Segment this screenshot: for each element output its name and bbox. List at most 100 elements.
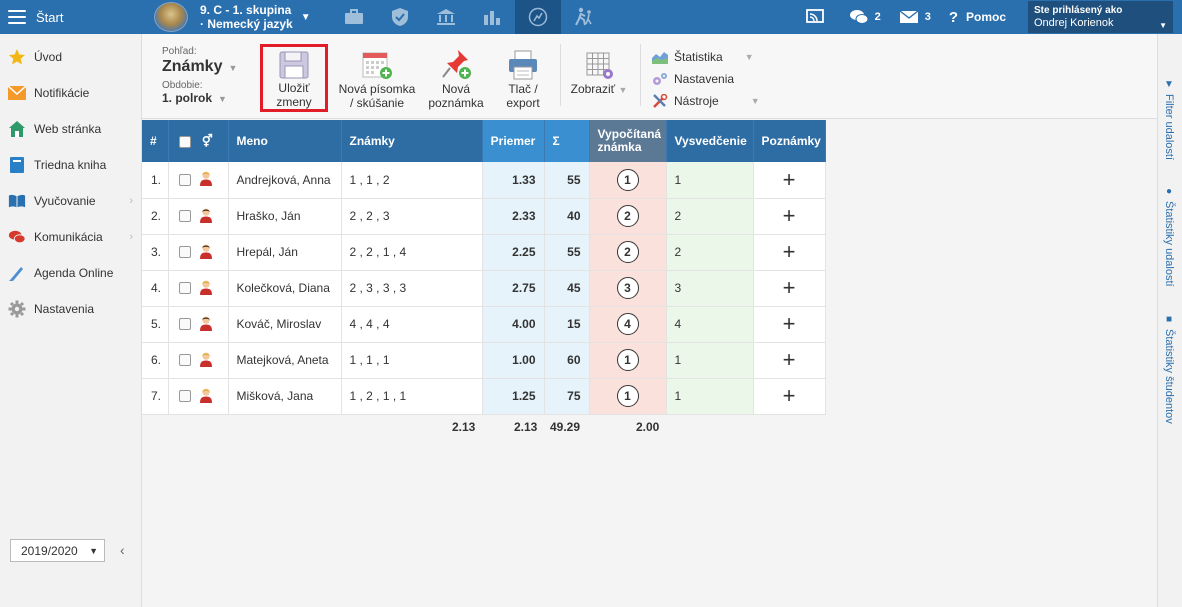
class-selector[interactable]: 9. C - 1. skupina · Nemecký jazyk ▼: [154, 0, 311, 34]
walking-icon[interactable]: [561, 0, 607, 34]
row-checkbox[interactable]: [178, 210, 191, 222]
shield-icon[interactable]: [377, 0, 423, 34]
certificate-grade[interactable]: 1: [666, 342, 754, 379]
settings-menu[interactable]: Nastavenia: [652, 68, 760, 90]
header-num: #: [142, 120, 169, 162]
new-note-button[interactable]: Nová poznámka: [426, 46, 486, 110]
school-year-select[interactable]: 2019/2020 ▼: [10, 539, 105, 562]
add-note-icon[interactable]: +: [783, 383, 796, 408]
student-grades[interactable]: 1 , 2 , 1 , 1: [341, 378, 483, 415]
student-name[interactable]: Hraško, Ján: [228, 198, 342, 235]
row-select-cell: [168, 162, 229, 199]
student-grades[interactable]: 1 , 1 , 2: [341, 162, 483, 199]
toolbar-divider: [640, 44, 641, 106]
student-statistics-tab[interactable]: ■ Štatistiky študentov: [1163, 314, 1175, 424]
new-exam-label-line1: Nová písomka: [338, 82, 416, 96]
event-statistics-label: Štatistiky udalostí: [1163, 201, 1175, 287]
certificate-grade[interactable]: 1: [666, 378, 754, 415]
row-checkbox[interactable]: [178, 173, 191, 186]
header-calculated-grade[interactable]: Vypočítaná známka: [589, 120, 667, 162]
row-checkbox[interactable]: [178, 318, 191, 330]
print-export-button[interactable]: Tlač / export: [498, 46, 548, 110]
sidebar-item-agenda-online[interactable]: Agenda Online: [0, 255, 141, 291]
grades-module-icon[interactable]: [514, 0, 561, 34]
help-label: Pomoc: [965, 10, 1006, 24]
row-checkbox[interactable]: [178, 246, 191, 258]
mail-icon: [899, 10, 919, 23]
calculated-grade-cell: 1: [589, 162, 667, 199]
row-checkbox[interactable]: [178, 354, 191, 366]
student-sum: 75: [544, 378, 590, 415]
mail-button[interactable]: 3: [899, 10, 931, 24]
statistics-menu[interactable]: Štatistika ▼: [652, 46, 760, 68]
header-sum[interactable]: Σ: [544, 120, 590, 162]
row-checkbox[interactable]: [178, 390, 191, 402]
student-name[interactable]: Kolečková, Diana: [228, 270, 342, 307]
student-sum: 60: [544, 342, 590, 379]
collapse-sidebar-button[interactable]: ‹: [120, 542, 125, 558]
student-name[interactable]: Andrejková, Anna: [228, 162, 342, 199]
briefcase-icon[interactable]: [331, 0, 377, 34]
notes-cell: +: [753, 378, 826, 415]
total-average: 2.13: [514, 420, 538, 434]
student-grades[interactable]: 2 , 2 , 1 , 4: [341, 234, 483, 271]
student-grades[interactable]: 2 , 3 , 3 , 3: [341, 270, 483, 307]
sidebar-item-nastavenia[interactable]: Nastavenia: [0, 291, 141, 327]
student-name[interactable]: Mišková, Jana: [228, 378, 342, 415]
certificate-grade[interactable]: 2: [666, 198, 754, 235]
user-menu[interactable]: Ste prihlásený ako Ondrej Korienok ▼: [1028, 1, 1173, 33]
student-name[interactable]: Hrepál, Ján: [228, 234, 342, 271]
save-changes-button[interactable]: Uložiť zmeny: [260, 44, 328, 112]
new-exam-button[interactable]: Nová písomka / skúšanie: [338, 46, 416, 110]
messages-button[interactable]: 2: [849, 9, 881, 25]
bank-icon[interactable]: [423, 0, 469, 34]
calculated-grade: 2: [616, 241, 639, 263]
select-all-checkbox[interactable]: [178, 135, 191, 148]
student-name[interactable]: Matejková, Aneta: [228, 342, 342, 379]
certificate-grade[interactable]: 4: [666, 306, 754, 343]
sidebar-item-notifikacie[interactable]: Notifikácie: [0, 75, 141, 111]
statistics-label: Štatistika: [674, 50, 723, 64]
chevron-right-icon: ›: [129, 195, 133, 207]
sidebar-item-komunikacia[interactable]: Komunikácia ›: [0, 219, 141, 255]
sidebar-item-triedna-kniha[interactable]: Triedna kniha: [0, 147, 141, 183]
sidebar-item-uvod[interactable]: Úvod: [0, 39, 141, 75]
row-select-cell: [168, 198, 229, 235]
student-grades[interactable]: 4 , 4 , 4: [341, 306, 483, 343]
certificate-grade[interactable]: 1: [666, 162, 754, 199]
add-note-icon[interactable]: +: [783, 347, 796, 372]
grades-table: # ⚥ Meno Známky Priemer Σ Vypočítaná zná…: [142, 120, 826, 415]
certificate-grade[interactable]: 2: [666, 234, 754, 271]
view-selector[interactable]: Pohľad: Známky ▼ Obdobie: 1. polrok ▼: [162, 46, 237, 105]
period-selector[interactable]: 1. polrok ▼: [162, 91, 237, 105]
filter-icon: ▼: [1163, 79, 1175, 90]
add-note-icon[interactable]: +: [783, 311, 796, 336]
print-label-line2: export: [506, 96, 540, 110]
start-menu-button[interactable]: Štart: [0, 0, 142, 34]
add-note-icon[interactable]: +: [783, 167, 796, 192]
view-label: Pohľad:: [162, 46, 197, 57]
show-button[interactable]: Zobraziť ▼: [568, 46, 630, 97]
header-average[interactable]: Priemer: [482, 120, 545, 162]
cast-button[interactable]: [805, 9, 831, 25]
filter-events-tab[interactable]: ▼ Filter udalostí: [1163, 79, 1175, 160]
add-note-icon[interactable]: +: [783, 239, 796, 264]
student-grades[interactable]: 2 , 2 , 3: [341, 198, 483, 235]
header-name[interactable]: Meno: [228, 120, 342, 162]
tools-menu[interactable]: Nástroje ▼: [652, 90, 760, 112]
student-avatar-icon: [199, 207, 213, 226]
gears-icon: [652, 72, 668, 86]
bar-chart-icon[interactable]: [469, 0, 515, 34]
add-note-icon[interactable]: +: [783, 203, 796, 228]
add-note-icon[interactable]: +: [783, 275, 796, 300]
certificate-grade[interactable]: 3: [666, 270, 754, 307]
row-checkbox[interactable]: [178, 282, 191, 294]
student-name[interactable]: Kováč, Miroslav: [228, 306, 342, 343]
student-grades[interactable]: 1 , 1 , 1: [341, 342, 483, 379]
row-number: 3.: [142, 234, 169, 271]
sidebar-item-label: Vyučovanie: [34, 194, 96, 208]
help-button[interactable]: ? Pomoc: [949, 9, 1006, 26]
event-statistics-tab[interactable]: ● Štatistiky udalostí: [1163, 186, 1175, 287]
sidebar-item-web-stranka[interactable]: Web stránka: [0, 111, 141, 147]
sidebar-item-vyucovanie[interactable]: Vyučovanie ›: [0, 183, 141, 219]
